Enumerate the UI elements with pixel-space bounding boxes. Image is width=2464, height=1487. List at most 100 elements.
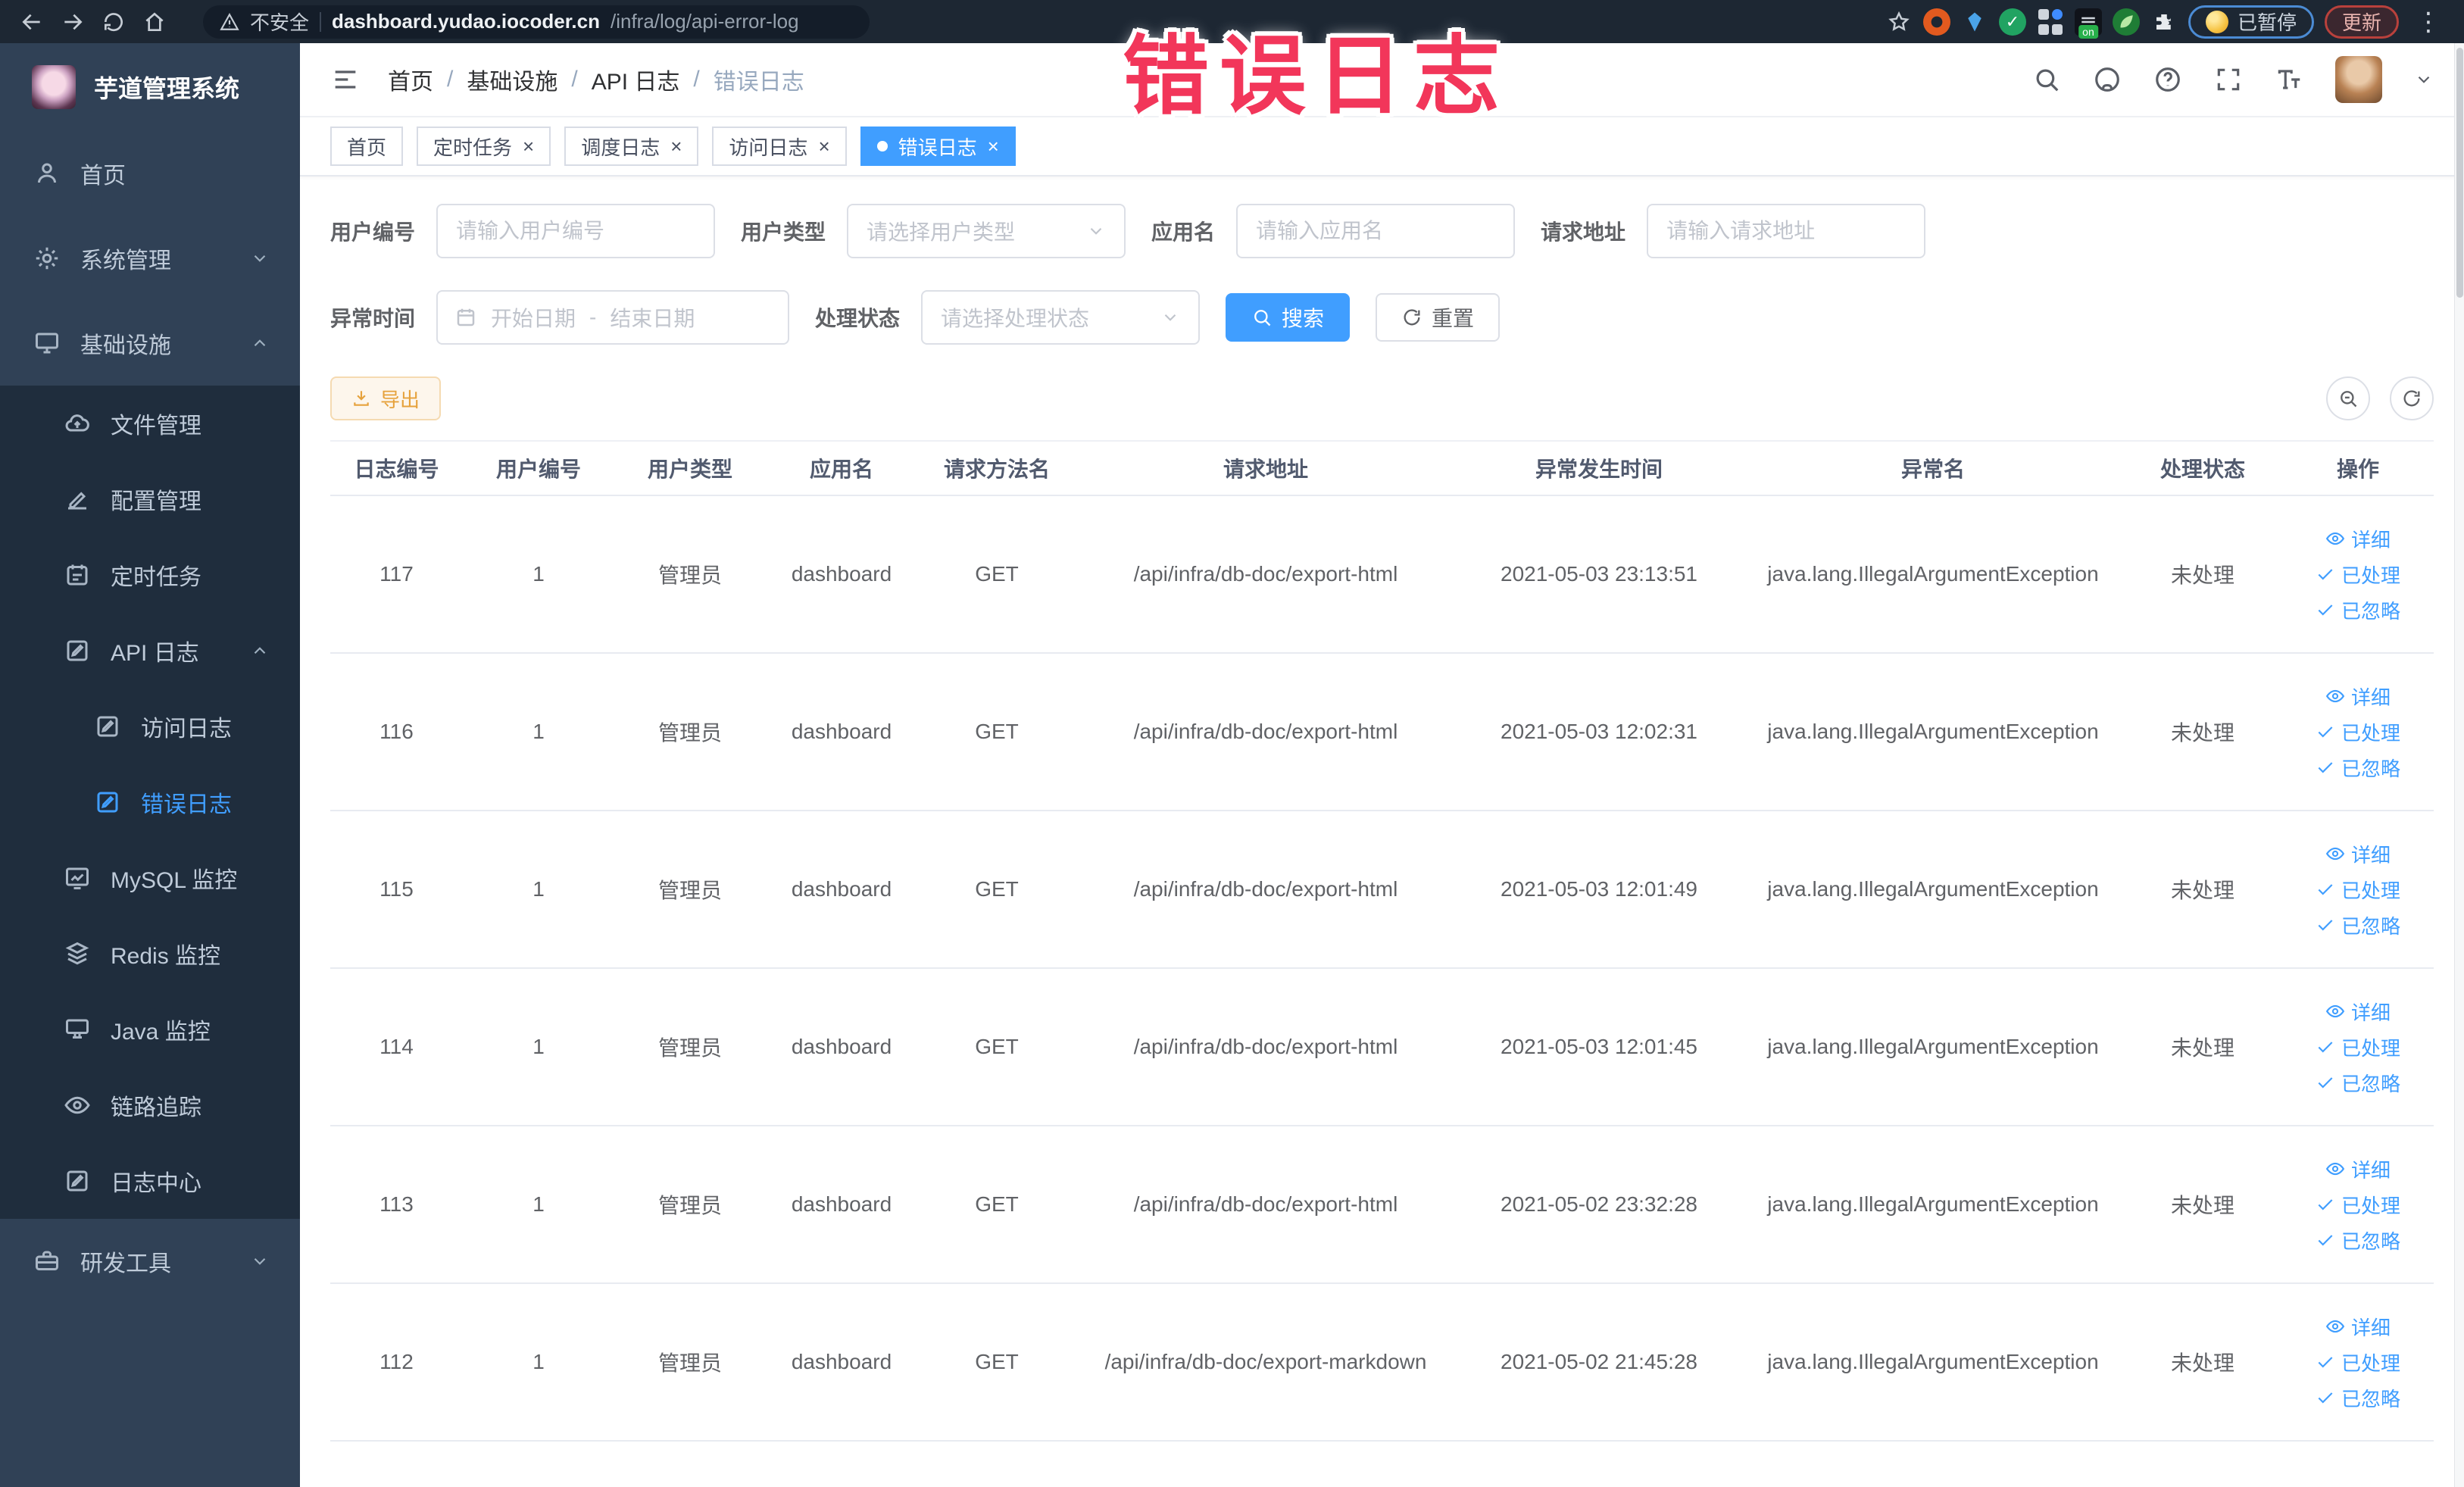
table-row: 112 1 管理员 dashboard GET/api/infra/db-doc/exp… bbox=[330, 1283, 2434, 1442]
help-icon[interactable] bbox=[2153, 65, 2182, 94]
ignored-link[interactable]: 已忽略 bbox=[2316, 1384, 2400, 1412]
process-status-select[interactable]: 请选择处理状态 bbox=[921, 290, 1201, 345]
processed-link[interactable]: 已处理 bbox=[2316, 561, 2400, 589]
reset-button[interactable]: 重置 bbox=[1376, 293, 1501, 342]
tab-4[interactable]: 错误日志 × bbox=[860, 127, 1016, 166]
breadcrumb-item[interactable]: 首页 bbox=[388, 63, 433, 96]
actions-cell: 详细已处理已忽略 bbox=[2282, 1283, 2434, 1442]
back-icon[interactable] bbox=[17, 7, 47, 37]
sidebar-item-1[interactable]: 系统管理 bbox=[0, 216, 300, 301]
ignored-link[interactable]: 已忽略 bbox=[2316, 911, 2400, 939]
sidebar-item-7[interactable]: 访问日志 bbox=[0, 689, 300, 764]
search-icon[interactable] bbox=[2032, 65, 2061, 94]
sidebar-item-13[interactable]: 日志中心 bbox=[0, 1143, 300, 1219]
sidebar-item-2[interactable]: 基础设施 bbox=[0, 301, 300, 386]
sidebar-item-3[interactable]: 文件管理 bbox=[0, 386, 300, 461]
reload-icon[interactable] bbox=[98, 7, 129, 37]
extension-on-toggle-icon[interactable]: on bbox=[2074, 8, 2102, 39]
forward-icon[interactable] bbox=[58, 7, 88, 37]
github-icon[interactable] bbox=[2093, 65, 2122, 94]
sidebar-item-0[interactable]: 首页 bbox=[0, 131, 300, 216]
error-log-table: 日志编号 用户编号 用户类型 应用名 请求方法名 请求地址 异常发生时间 异常名 处理状态 操作 1… bbox=[330, 440, 2434, 1442]
user-id-input[interactable] bbox=[436, 204, 716, 258]
bookmark-star-icon[interactable] bbox=[1885, 8, 1913, 36]
update-button[interactable]: 更新 bbox=[2324, 5, 2399, 39]
sidebar-item-11[interactable]: Java 监控 bbox=[0, 992, 300, 1067]
tab-label: 访问日志 bbox=[729, 136, 808, 159]
check-icon bbox=[2316, 1037, 2335, 1057]
breadcrumb-item[interactable]: API 日志 bbox=[592, 63, 680, 96]
sidebar-item-10[interactable]: Redis 监控 bbox=[0, 916, 300, 992]
processed-link[interactable]: 已处理 bbox=[2316, 1191, 2400, 1219]
sidebar-item-9[interactable]: MySQL 监控 bbox=[0, 840, 300, 916]
extension-orange-icon[interactable] bbox=[1922, 8, 1950, 36]
breadcrumb-item: 错误日志 bbox=[713, 70, 804, 95]
update-label: 更新 bbox=[2341, 11, 2381, 34]
sidebar-item-12[interactable]: 链路追踪 bbox=[0, 1067, 300, 1143]
hamburger-icon[interactable] bbox=[330, 64, 361, 95]
close-icon[interactable]: × bbox=[818, 136, 829, 156]
sidebar-item-8[interactable]: 错误日志 bbox=[0, 764, 300, 840]
ignored-link[interactable]: 已忽略 bbox=[2316, 1226, 2400, 1254]
app-name-input[interactable] bbox=[1236, 204, 1516, 258]
ignored-link[interactable]: 已忽略 bbox=[2316, 596, 2400, 624]
tab-1[interactable]: 定时任务 × bbox=[417, 127, 551, 166]
extension-leaf-icon[interactable] bbox=[2112, 8, 2140, 36]
tab-0[interactable]: 首页 bbox=[330, 127, 404, 166]
sidebar-item-4[interactable]: 配置管理 bbox=[0, 461, 300, 537]
refresh-button[interactable] bbox=[2390, 376, 2434, 420]
check-icon bbox=[2316, 1388, 2335, 1407]
export-button[interactable]: 导出 bbox=[330, 376, 442, 420]
table-cell: GET bbox=[917, 968, 1076, 1126]
fullscreen-icon[interactable] bbox=[2214, 65, 2243, 94]
font-size-icon[interactable] bbox=[2275, 65, 2303, 94]
tab-2[interactable]: 调度日志 × bbox=[564, 127, 699, 166]
date-range-picker[interactable]: 开始日期 - 结束日期 bbox=[436, 290, 790, 345]
detail-link[interactable]: 详细 bbox=[2325, 1155, 2391, 1183]
row-actions: 详细 已处理 已忽略 bbox=[2282, 525, 2434, 624]
user-type-select[interactable]: 请选择用户类型 bbox=[847, 204, 1126, 258]
address-bar[interactable]: 不安全 dashboard.yudao.iocoder.cn/infra/log… bbox=[203, 5, 870, 39]
extension-grid-icon[interactable] bbox=[2037, 8, 2064, 36]
close-icon[interactable]: × bbox=[523, 136, 534, 156]
detail-link[interactable]: 详细 bbox=[2325, 525, 2391, 553]
action-label: 已忽略 bbox=[2341, 1387, 2400, 1410]
ignored-link[interactable]: 已忽略 bbox=[2316, 754, 2400, 782]
detail-link[interactable]: 详细 bbox=[2325, 840, 2391, 868]
search-button[interactable]: 搜索 bbox=[1226, 293, 1351, 342]
app-logo[interactable]: 芋道管理系统 bbox=[0, 43, 300, 131]
close-icon[interactable]: × bbox=[670, 136, 682, 156]
detail-link[interactable]: 详细 bbox=[2325, 998, 2391, 1026]
task-icon bbox=[64, 561, 91, 589]
detail-link[interactable]: 详细 bbox=[2325, 1313, 2391, 1341]
scrollbar-thumb[interactable] bbox=[2456, 48, 2463, 298]
extensions-puzzle-icon[interactable] bbox=[2150, 8, 2178, 36]
request-url-input[interactable] bbox=[1647, 204, 1926, 258]
breadcrumb-item[interactable]: 基础设施 bbox=[467, 63, 557, 96]
processed-link[interactable]: 已处理 bbox=[2316, 1348, 2400, 1376]
chevron-down-icon[interactable] bbox=[2414, 70, 2434, 89]
close-icon[interactable]: × bbox=[988, 136, 999, 156]
header-actions bbox=[2032, 56, 2434, 103]
check-icon bbox=[2316, 1195, 2335, 1214]
log-icon bbox=[94, 713, 121, 740]
browser-menu-icon[interactable]: ⋮ bbox=[2409, 7, 2447, 37]
processed-link[interactable]: 已处理 bbox=[2316, 1033, 2400, 1061]
tab-3[interactable]: 访问日志 × bbox=[712, 127, 847, 166]
home-icon[interactable] bbox=[139, 7, 170, 37]
avatar[interactable] bbox=[2335, 56, 2382, 103]
recording-paused-badge[interactable]: 已暂停 bbox=[2188, 5, 2314, 39]
processed-link[interactable]: 已处理 bbox=[2316, 876, 2400, 904]
extension-check-icon[interactable]: ✓ bbox=[1998, 8, 2026, 36]
check-icon bbox=[2316, 758, 2335, 777]
table-cell: /api/infra/db-doc/export-html bbox=[1076, 968, 1455, 1126]
extension-pin-icon[interactable] bbox=[1961, 8, 1988, 36]
sidebar-item-5[interactable]: 定时任务 bbox=[0, 537, 300, 613]
processed-link[interactable]: 已处理 bbox=[2316, 718, 2400, 746]
sidebar-item-14[interactable]: 研发工具 bbox=[0, 1219, 300, 1304]
hide-search-button[interactable] bbox=[2326, 376, 2370, 420]
check-icon bbox=[2316, 564, 2335, 584]
detail-link[interactable]: 详细 bbox=[2325, 683, 2391, 711]
sidebar-item-6[interactable]: API 日志 bbox=[0, 613, 300, 689]
ignored-link[interactable]: 已忽略 bbox=[2316, 1069, 2400, 1097]
